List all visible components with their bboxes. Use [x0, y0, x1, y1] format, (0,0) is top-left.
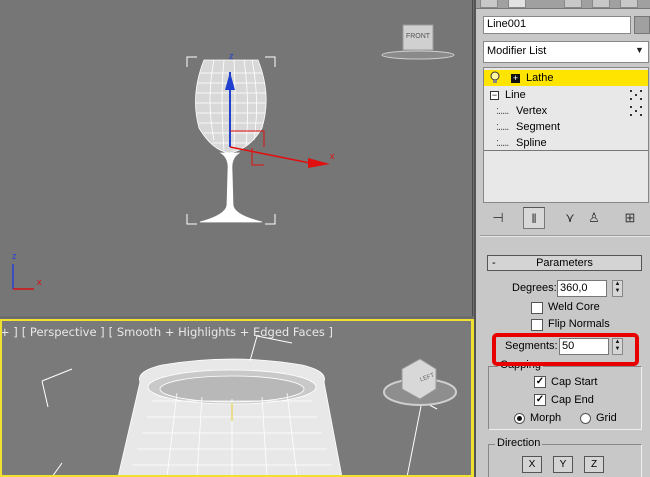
tab-motion[interactable]: [564, 0, 582, 8]
rollout-collapse-icon[interactable]: -: [492, 256, 496, 270]
modifier-stack[interactable]: + Lathe − Line :..... Vertex :..... Segm…: [483, 67, 649, 203]
degrees-spinner[interactable]: ▲ ▼: [612, 280, 623, 297]
direction-x-button[interactable]: X: [522, 456, 542, 473]
view-mode-label[interactable]: [ Perspective ]: [22, 325, 105, 339]
weld-core-label: Weld Core: [548, 301, 600, 313]
pin-stack-icon[interactable]: ⊣: [487, 207, 509, 229]
stack-item-segment[interactable]: :..... Segment: [484, 119, 648, 135]
viewcube-front-label[interactable]: FRONT: [404, 33, 432, 40]
parameters-rollout-header[interactable]: - Parameters: [487, 255, 642, 271]
degrees-input[interactable]: 360,0: [557, 280, 607, 297]
viewport-label-bar: + ] [ Perspective ] [ Smooth + Highlights …: [2, 325, 337, 339]
lightbulb-icon[interactable]: [489, 71, 501, 84]
stack-item-line[interactable]: − Line: [484, 87, 648, 103]
tab-display[interactable]: [592, 0, 610, 8]
weld-core-checkbox[interactable]: [531, 302, 543, 314]
stack-item-vertex[interactable]: :..... Vertex: [484, 103, 648, 119]
direction-y-button[interactable]: Y: [553, 456, 573, 473]
world-z-label: z: [12, 251, 17, 261]
gizmo-x-label: x: [330, 151, 335, 161]
chevron-down-icon[interactable]: ▼: [633, 45, 646, 59]
world-x-label: x: [37, 277, 42, 287]
cap-end-label: Cap End: [551, 394, 594, 406]
tab-modify[interactable]: [508, 0, 526, 8]
remove-modifier-icon[interactable]: ♙: [583, 207, 605, 229]
stack-item-spline[interactable]: :..... Spline: [484, 135, 648, 151]
vertex-dots-icon: [630, 90, 642, 100]
stack-item-segment-label: Segment: [516, 121, 561, 133]
tree-line: :.....: [496, 105, 509, 117]
show-end-result-icon[interactable]: ‖: [523, 207, 545, 229]
expand-plus-icon[interactable]: +: [511, 74, 520, 83]
stack-toolbar: ⊣ ‖ ⋎ ♙ ⊞: [483, 206, 649, 230]
flip-normals-checkbox[interactable]: [531, 319, 543, 331]
stack-item-spline-label: Spline: [516, 137, 547, 149]
panel-divider: [480, 235, 650, 237]
perspective-viewport-canvas: [41, 335, 457, 475]
wine-glass-wireframe-perspective: [118, 358, 343, 475]
parameters-rollout-title: Parameters: [536, 257, 593, 269]
perspective-viewport[interactable]: + ] [ Perspective ] [ Smooth + Highlights …: [0, 319, 474, 477]
modifier-list-label: Modifier List: [487, 45, 547, 57]
stack-item-lathe[interactable]: + Lathe: [484, 70, 648, 86]
stack-item-line-label: Line: [505, 89, 526, 101]
morph-label: Morph: [530, 412, 562, 424]
flip-normals-label: Flip Normals: [548, 318, 610, 330]
vertex-dots-icon: [630, 106, 642, 116]
shading-mode-label[interactable]: [ Smooth + Highlights + Edged Faces ]: [109, 325, 333, 339]
degrees-label: Degrees:: [512, 282, 557, 294]
command-panel: Line001 Modifier List ▼ + Lathe − Line :…: [474, 0, 650, 477]
world-axis-tripod: [12, 264, 34, 290]
max-window: FRONT z x z x + ][ Perspective] [Smoot…: [0, 0, 650, 477]
direction-z-button[interactable]: Z: [584, 456, 604, 473]
stack-item-vertex-label: Vertex: [516, 105, 548, 117]
object-name-field[interactable]: Line001: [483, 16, 631, 34]
tree-line: :.....: [496, 121, 509, 133]
gizmo-z-label: z: [229, 51, 234, 61]
front-viewport-canvas: [12, 24, 455, 290]
collapse-minus-icon[interactable]: −: [490, 91, 499, 100]
direction-group-title: Direction: [495, 437, 543, 449]
segments-annotation-box: [492, 333, 639, 366]
command-panel-tabs: [476, 0, 650, 9]
front-viewport[interactable]: FRONT z x z x: [0, 0, 473, 316]
stack-divider: [484, 150, 648, 151]
morph-radio[interactable]: [514, 413, 525, 424]
tab-create[interactable]: [480, 0, 498, 8]
grid-radio[interactable]: [580, 413, 591, 424]
modifier-list-dropdown[interactable]: Modifier List ▼: [483, 41, 649, 63]
tab-utilities[interactable]: [620, 0, 638, 8]
tree-line: :.....: [496, 137, 509, 149]
grid-label: Grid: [596, 412, 617, 424]
stack-item-lathe-label: Lathe: [526, 72, 554, 84]
configure-modifier-sets-icon[interactable]: ⊞: [619, 207, 641, 229]
cap-start-checkbox[interactable]: ✓: [534, 376, 546, 388]
cap-end-checkbox[interactable]: ✓: [534, 394, 546, 406]
object-color-swatch[interactable]: [634, 16, 650, 34]
cap-start-label: Cap Start: [551, 376, 598, 388]
make-unique-icon[interactable]: ⋎: [559, 207, 581, 229]
viewport-menu-label[interactable]: + ]: [2, 325, 18, 339]
